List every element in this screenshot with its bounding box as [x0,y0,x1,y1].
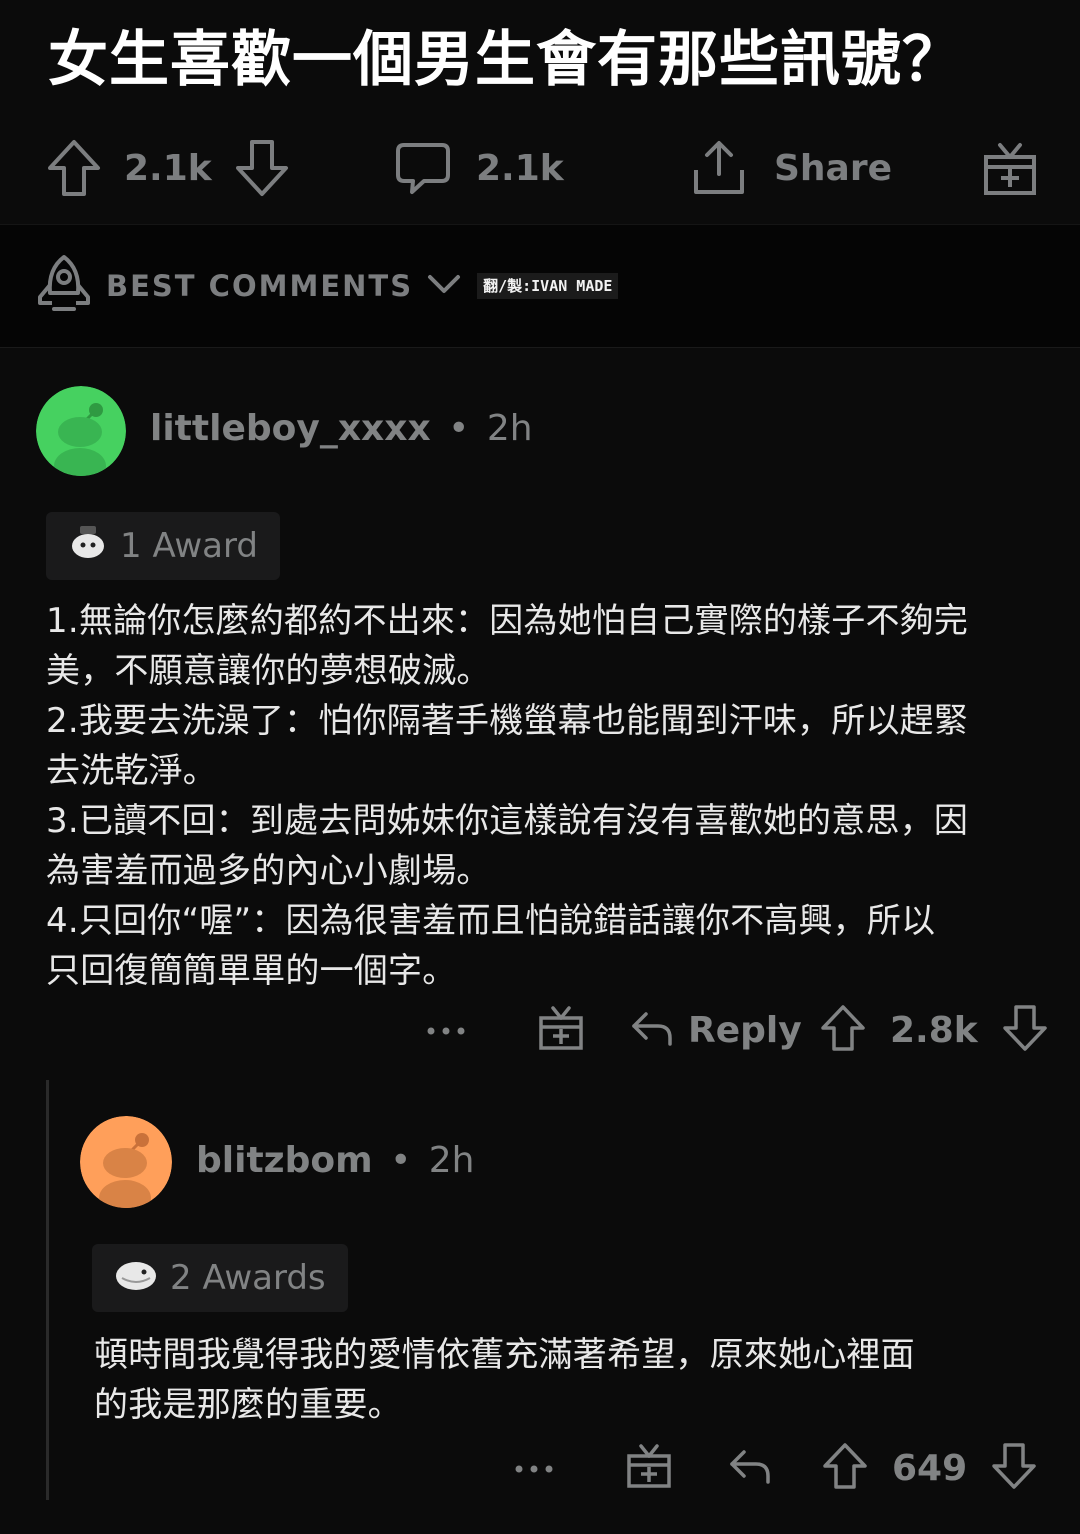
comment-sort-bar: BEST COMMENTS 翻/製:IVAN MADE [0,224,1080,348]
reply-button[interactable]: Reply [630,1000,802,1060]
gift-icon [982,139,1038,197]
award-post-button[interactable] [982,126,1038,210]
post-title: 女生喜歡一個男生會有那些訊號？ [48,25,963,95]
ellipsis-icon [426,1021,466,1040]
comment-text-line: 美，不願意讓你的夢想破滅。 [46,651,491,691]
share-button[interactable]: Share [690,126,892,210]
share-icon [690,138,748,198]
speech-bubble-icon [394,139,452,197]
meta-separator: • [448,408,470,449]
award-comment-button[interactable] [626,1438,672,1498]
comment-action-bar: Reply 2.8k [0,1000,1080,1060]
comment-meta: littleboy_xxxx • 2h [150,408,533,449]
chevron-down-icon[interactable] [427,273,461,299]
share-label: Share [774,147,893,189]
comment-body: 1.無論你怎麼約都約不出來：因為她怕自己實際的樣子不夠完 美，不願意讓你的夢想破… [46,596,1046,996]
downvote-icon[interactable] [991,1441,1037,1495]
comment-text-line: 2.我要去洗澡了：怕你隔著手機螢幕也能聞到汗味，所以趕緊 [46,701,969,741]
comment-text-line: 4.只回你“喔”：因為很害羞而且怕說錯話讓你不高興，所以 [46,901,936,941]
comment-vote-group: 2.8k [820,1000,1048,1060]
comment-score: 2.8k [890,1009,978,1051]
award-count: 2 Awards [170,1258,326,1298]
reply-arrow-icon [630,1008,674,1052]
comment-username[interactable]: littleboy_xxxx [150,408,431,449]
comment-text-line: 的我是那麼的重要。 [94,1385,402,1425]
avatar[interactable] [36,386,126,476]
reply-label: Reply [688,1009,802,1051]
comment-action-bar: 649 [0,1438,1080,1498]
post-upvote-count: 2.1k [124,147,212,189]
comment-meta: blitzbom • 2h [196,1140,475,1181]
avatar[interactable] [80,1116,172,1208]
upvote-icon[interactable] [820,1003,866,1057]
comment-text-line: 3.已讀不回：到處去問姊妹你這樣說有沒有喜歡她的意思，因 [46,801,969,841]
more-options-button[interactable] [514,1438,554,1498]
reply-button[interactable] [728,1438,772,1498]
comment-vote-group: 649 [822,1438,1037,1498]
comment-text-line: 頓時間我覺得我的愛情依舊充滿著希望，原來她心裡面 [94,1335,915,1375]
comment-username[interactable]: blitzbom [196,1140,373,1181]
post-comment-count: 2.1k [476,147,564,189]
post-vote-group: 2.1k [46,126,290,210]
comment-body: 頓時間我覺得我的愛情依舊充滿著希望，原來她心裡面 的我是那麼的重要。 [94,1330,1054,1430]
thread-line[interactable] [46,1080,49,1500]
downvote-icon[interactable] [1002,1003,1048,1057]
award-icon [114,1256,158,1301]
meta-separator: • [390,1140,412,1181]
award-chip[interactable]: 1 Award [46,512,280,580]
watermark-label: 翻/製:IVAN MADE [477,273,619,299]
comments-button[interactable]: 2.1k [394,126,564,210]
comment-time: 2h [428,1140,475,1181]
ellipsis-icon [514,1459,554,1478]
more-options-button[interactable] [426,1000,466,1060]
award-comment-button[interactable] [538,1000,584,1060]
comment-time: 2h [486,408,533,449]
rocket-icon [36,253,92,319]
comment-text-line: 1.無論你怎麼約都約不出來：因為她怕自己實際的樣子不夠完 [46,601,969,641]
upvote-icon[interactable] [46,138,102,198]
upvote-icon[interactable] [822,1441,868,1495]
award-chip[interactable]: 2 Awards [92,1244,348,1312]
post-action-bar: 2.1k 2.1k Share [0,126,1080,210]
reply-arrow-icon [728,1446,772,1490]
gift-icon [538,1004,584,1056]
sort-label[interactable]: BEST COMMENTS [106,269,413,303]
downvote-icon[interactable] [234,138,290,198]
gift-icon [626,1442,672,1494]
reddit-post-page: 女生喜歡一個男生會有那些訊號？ 2.1k 2.1k Share BEST COM… [0,0,1080,1534]
award-count: 1 Award [120,526,258,566]
comment-text-line: 只回復簡簡單單的一個字。 [46,951,457,991]
comment-text-line: 為害羞而過多的內心小劇場。 [46,851,491,891]
award-icon [68,522,108,571]
comment-score: 649 [892,1447,968,1489]
comment-text-line: 去洗乾淨。 [46,751,217,791]
